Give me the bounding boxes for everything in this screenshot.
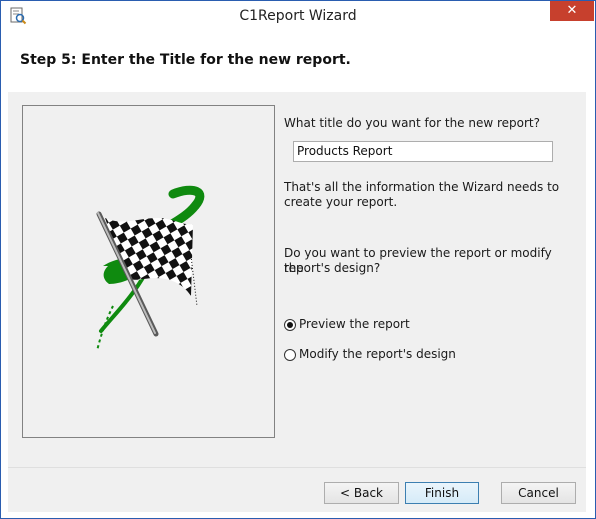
checkered-flag-image xyxy=(96,185,205,352)
wizard-image-panel xyxy=(22,105,275,438)
preview-option-label: Preview the report xyxy=(299,317,410,331)
title-bar[interactable]: C1Report Wizard ✕ xyxy=(1,1,595,32)
finish-button[interactable]: Finish xyxy=(405,482,479,504)
report-title-input[interactable]: Products Report xyxy=(293,141,553,162)
step-title: Step 5: Enter the Title for the new repo… xyxy=(20,52,351,68)
wizard-window: C1Report Wizard ✕ Step 5: Enter the Titl… xyxy=(0,0,596,519)
frame-bottom xyxy=(1,512,595,518)
info-text-line2: create your report. xyxy=(284,195,398,209)
cancel-button[interactable]: Cancel xyxy=(501,482,576,504)
modify-option-label: Modify the report's design xyxy=(299,347,456,361)
frame-right xyxy=(586,32,595,512)
window-title: C1Report Wizard xyxy=(239,8,357,24)
title-question-label: What title do you want for the new repor… xyxy=(284,116,541,130)
preview-radio[interactable] xyxy=(284,318,296,331)
close-icon: ✕ xyxy=(566,3,578,18)
frame-left xyxy=(1,32,8,512)
wizard-header: Step 5: Enter the Title for the new repo… xyxy=(8,32,586,93)
modify-design-option[interactable]: Modify the report's design xyxy=(284,347,456,362)
back-button[interactable]: < Back xyxy=(324,482,399,504)
preview-question-line2: report's design? xyxy=(284,261,381,275)
wizard-footer: < Back Finish Cancel xyxy=(8,467,586,513)
wizard-body: What title do you want for the new repor… xyxy=(8,92,586,467)
info-text-line1: That's all the information the Wizard ne… xyxy=(284,180,560,194)
close-button[interactable]: ✕ xyxy=(550,1,594,21)
modify-radio[interactable] xyxy=(284,348,296,361)
preview-report-option[interactable]: Preview the report xyxy=(284,317,410,332)
